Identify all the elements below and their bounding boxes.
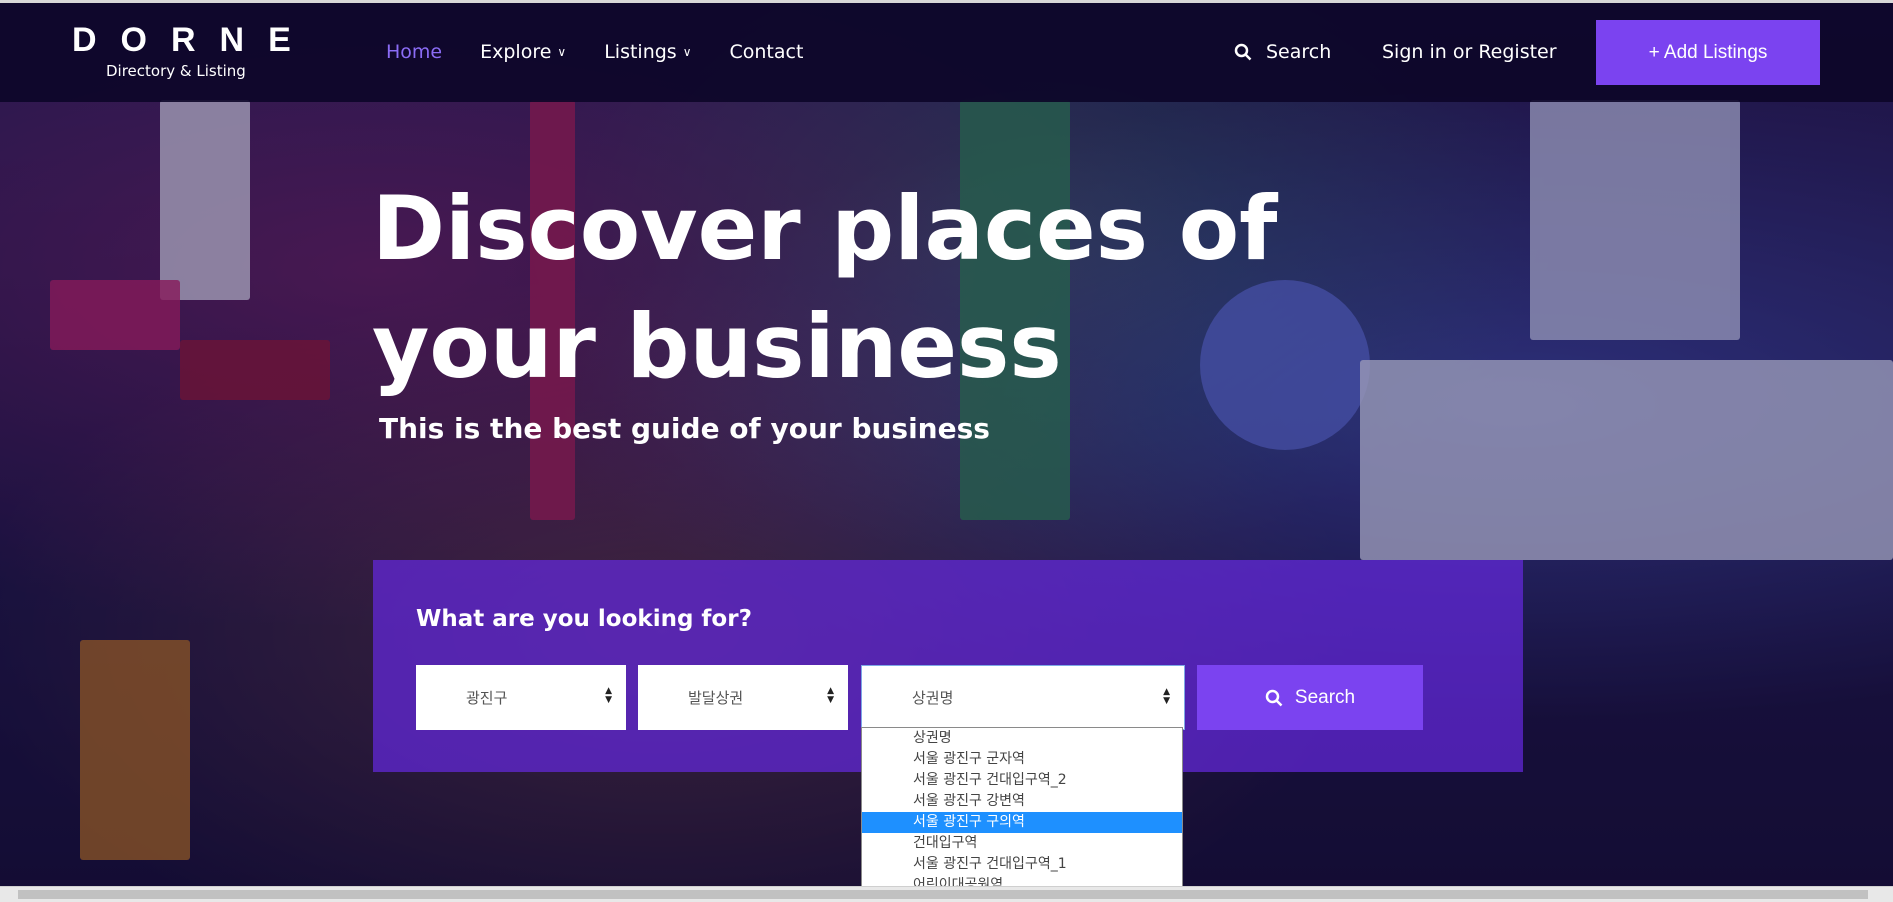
signin-link[interactable]: Sign in or Register — [1382, 41, 1557, 63]
site-header: DORNE Directory & Listing Home Explore ∨… — [0, 3, 1893, 102]
hero-subtitle: This is the best guide of your business — [379, 412, 990, 445]
dropdown-option[interactable]: 서울 광진구 건대입구역_1 — [862, 854, 1182, 875]
search-button-label: Search — [1294, 686, 1356, 708]
logo-subtitle: Directory & Listing — [106, 62, 246, 80]
commercial-type-select-value: 발달상권 — [688, 689, 744, 707]
nav-home[interactable]: Home — [386, 41, 442, 63]
nav-listings-label: Listings — [604, 41, 677, 63]
dropdown-option[interactable]: 서울 광진구 군자역 — [862, 749, 1182, 770]
header-search-label: Search — [1266, 41, 1332, 63]
header-search-link[interactable]: Search — [1234, 41, 1331, 63]
nav-listings[interactable]: Listings ∨ — [604, 41, 691, 63]
dropdown-option[interactable]: 상권명 — [862, 728, 1182, 749]
add-listings-button[interactable]: + Add Listings — [1596, 20, 1820, 85]
district-select[interactable]: 광진구 ▲ ▼ — [416, 665, 626, 730]
scrollbar-thumb[interactable] — [18, 890, 1868, 899]
logo-title: DORNE — [72, 21, 315, 59]
dropdown-option[interactable]: 건대입구역 — [862, 833, 1182, 854]
search-button[interactable]: Search — [1197, 665, 1423, 730]
dropdown-option[interactable]: 서울 광진구 건대입구역_2 — [862, 770, 1182, 791]
district-select-value: 광진구 — [466, 689, 508, 707]
dropdown-option[interactable]: 서울 광진구 강변역 — [862, 791, 1182, 812]
horizontal-scrollbar[interactable] — [0, 886, 1893, 902]
nav-explore-label: Explore — [480, 41, 552, 63]
site-logo[interactable]: DORNE Directory & Listing — [72, 21, 292, 80]
area-select-value: 상권명 — [912, 689, 954, 707]
commercial-type-select[interactable]: 발달상권 ▲ ▼ — [638, 665, 848, 730]
nav-home-label: Home — [386, 41, 443, 63]
sort-arrows-icon: ▲ ▼ — [827, 686, 834, 705]
nav-contact-label: Contact — [729, 41, 804, 63]
dropdown-option-highlighted[interactable]: 서울 광진구 구의역 — [862, 812, 1182, 833]
search-icon — [1265, 689, 1283, 706]
area-select[interactable]: 상권명 ▲ ▼ — [861, 665, 1185, 730]
chevron-down-icon: ∨ — [682, 45, 692, 59]
chevron-down-icon: ∨ — [557, 45, 567, 59]
search-icon — [1234, 43, 1252, 61]
main-nav: Home Explore ∨ Listings ∨ Contact — [386, 41, 803, 63]
search-panel-label: What are you looking for? — [416, 606, 752, 632]
nav-contact[interactable]: Contact — [730, 41, 804, 63]
sort-arrows-icon: ▲ ▼ — [1163, 687, 1170, 706]
hero-title: Discover places of your business — [372, 177, 1278, 398]
area-dropdown-list[interactable]: 상권명 서울 광진구 군자역 서울 광진구 건대입구역_2 서울 광진구 강변역… — [861, 727, 1183, 898]
sort-arrows-icon: ▲ ▼ — [605, 686, 612, 705]
nav-explore[interactable]: Explore ∨ — [480, 41, 566, 63]
